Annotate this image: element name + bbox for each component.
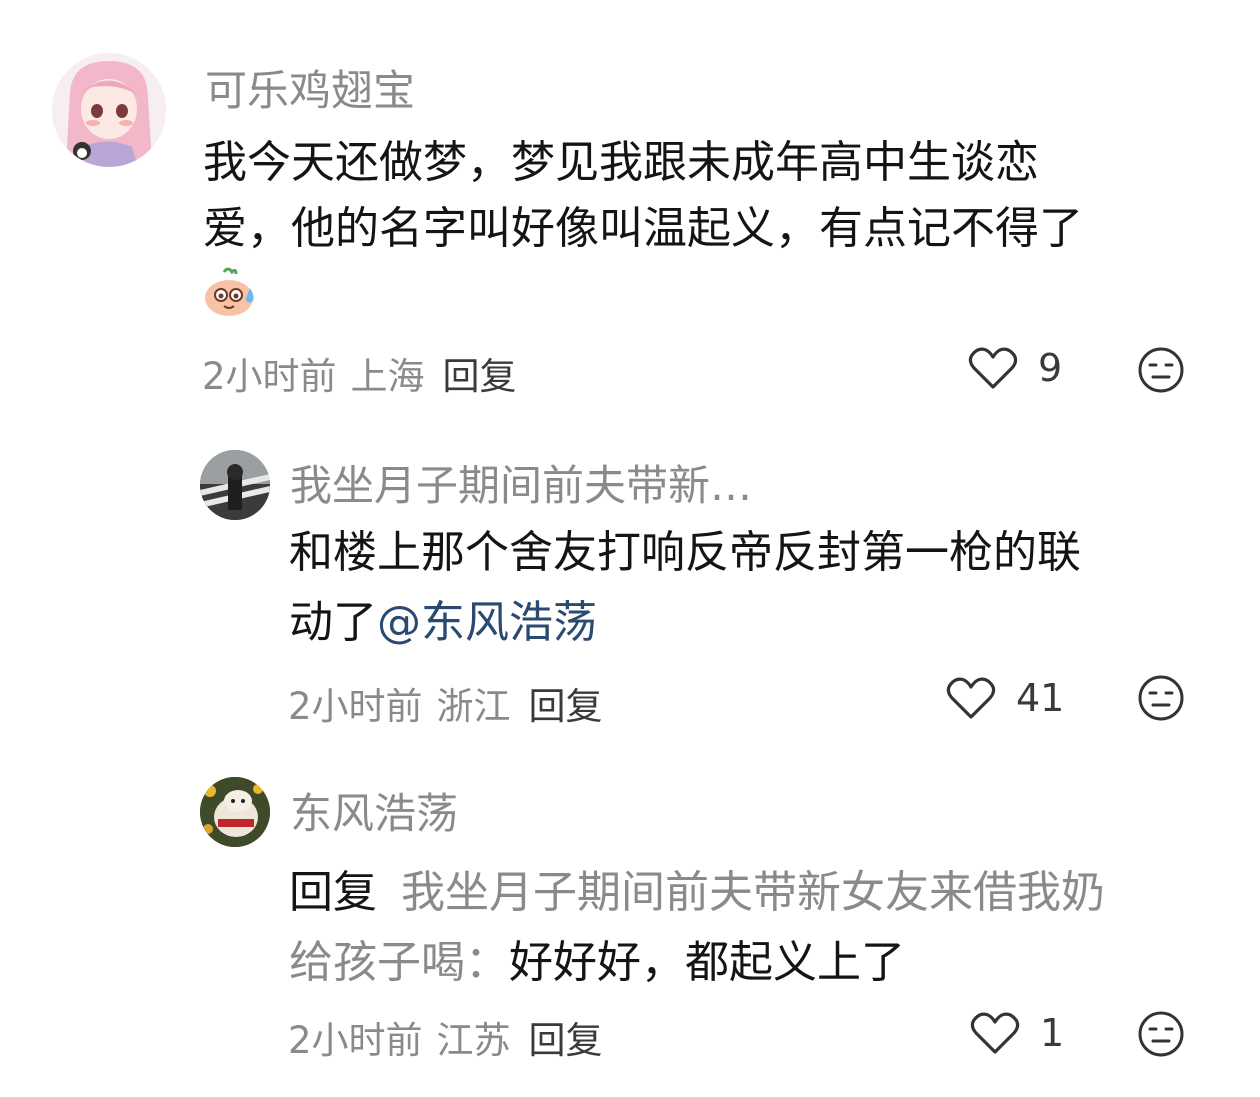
dislike-button[interactable] <box>1137 346 1185 398</box>
neutral-face-icon <box>1138 347 1184 393</box>
comment-text: 我今天还做梦，梦见我跟未成年高中生谈恋 爱，他的名字叫好像叫温起义，有点记不得了 <box>203 130 1213 262</box>
avatar-street-image <box>200 450 270 520</box>
avatar-plush-toy-image <box>200 777 270 847</box>
sweat-face-emoji-icon <box>202 266 258 322</box>
dislike-button[interactable] <box>1137 674 1185 726</box>
comment-text-line-2: 给孩子喝：好好好，都起义上了 <box>289 928 1229 998</box>
like-button[interactable]: 9 <box>968 346 1062 390</box>
like-count: 1 <box>1040 1011 1065 1055</box>
comment-text: 和楼上那个舍友打响反帝反封第一枪的联 动了@东风浩荡 <box>289 518 1229 658</box>
comment-meta: 2小时前 江苏 回复 <box>288 1010 603 1064</box>
location: 浙江 <box>436 685 511 728</box>
reply-button[interactable]: 回复 <box>529 685 603 728</box>
avatar-anime-girl-image <box>52 53 166 167</box>
reply-target-text[interactable]: 我坐月子期间前夫带新女友来借我奶 <box>401 867 1105 918</box>
reply-button[interactable]: 回复 <box>443 355 517 398</box>
location: 江苏 <box>436 1019 511 1062</box>
username[interactable]: 我坐月子期间前夫带新… <box>290 452 752 513</box>
like-count: 41 <box>1016 676 1065 720</box>
timestamp: 2小时前 <box>202 355 337 398</box>
heart-icon <box>968 347 1018 389</box>
avatar[interactable] <box>52 53 166 167</box>
avatar[interactable] <box>200 450 270 520</box>
neutral-face-icon <box>1138 1011 1184 1057</box>
comment-text: 回复 我坐月子期间前夫带新女友来借我奶 给孩子喝：好好好，都起义上了 <box>289 858 1229 998</box>
avatar[interactable] <box>200 777 270 847</box>
comment-text-prefix: 动了 <box>289 597 377 648</box>
neutral-face-icon <box>1138 675 1184 721</box>
username[interactable]: 东风浩荡 <box>290 780 458 841</box>
heart-icon <box>970 1012 1020 1054</box>
comment-text-line-1: 我今天还做梦，梦见我跟未成年高中生谈恋 <box>203 137 1039 188</box>
comment-text-line-1: 回复 我坐月子期间前夫带新女友来借我奶 <box>289 858 1229 928</box>
mention-link[interactable]: @东风浩荡 <box>377 597 597 648</box>
like-button[interactable]: 41 <box>946 676 1064 720</box>
comment-text-line-1: 和楼上那个舍友打响反帝反封第一枪的联 <box>289 527 1081 578</box>
comment-text-line-2: 爱，他的名字叫好像叫温起义，有点记不得了 <box>203 203 1083 254</box>
comment-body: 好好好，都起义上了 <box>509 937 905 988</box>
reply-target-text-cont[interactable]: 给孩子喝： <box>289 937 509 988</box>
comment-meta: 2小时前 上海 回复 <box>202 346 517 400</box>
timestamp: 2小时前 <box>288 685 423 728</box>
location: 上海 <box>350 355 425 398</box>
reply-prefix: 回复 <box>289 867 377 918</box>
timestamp: 2小时前 <box>288 1019 423 1062</box>
comment-text-line-2: 动了@东风浩荡 <box>289 588 1229 658</box>
like-button[interactable]: 1 <box>970 1011 1064 1055</box>
heart-icon <box>946 677 996 719</box>
dislike-button[interactable] <box>1137 1010 1185 1062</box>
like-count: 9 <box>1038 346 1063 390</box>
reply-button[interactable]: 回复 <box>529 1019 603 1062</box>
username[interactable]: 可乐鸡翅宝 <box>205 57 415 118</box>
comment-meta: 2小时前 浙江 回复 <box>288 676 603 730</box>
